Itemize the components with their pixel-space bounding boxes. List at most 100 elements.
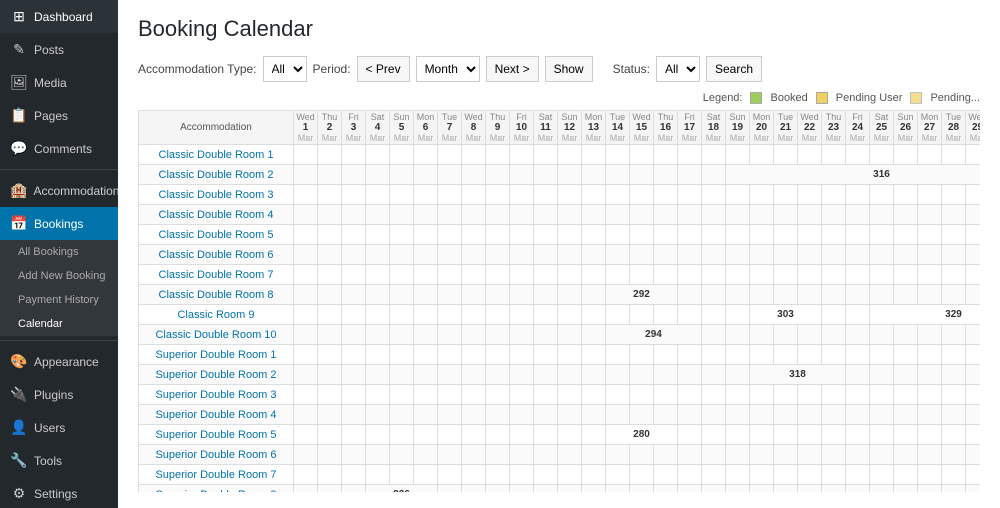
- booking-280[interactable]: 280: [606, 425, 678, 445]
- empty-cell-0-18: [702, 145, 726, 165]
- booking-292[interactable]: 292: [606, 285, 678, 305]
- sidebar-item-all-bookings[interactable]: All Bookings: [0, 240, 118, 264]
- booking-303[interactable]: 303: [750, 305, 822, 325]
- empty-cell-6-14: [606, 265, 630, 285]
- empty-cell-15-17: [678, 445, 702, 465]
- empty-cell-5-14: [606, 245, 630, 265]
- sidebar-item-plugins[interactable]: 🔌 Plugins: [0, 378, 118, 411]
- empty-cell-5-2: [318, 245, 342, 265]
- empty-cell-15-4: [366, 445, 390, 465]
- empty-cell-2-4: [366, 185, 390, 205]
- acc-type-select[interactable]: All: [263, 56, 307, 82]
- empty-cell-17-18: [702, 485, 726, 493]
- empty-cell-13-20: [750, 405, 774, 425]
- day-name-23: Fri24Mar: [846, 111, 870, 145]
- empty-cell-1-5: [390, 165, 414, 185]
- next-button[interactable]: Next >: [486, 56, 539, 82]
- show-button[interactable]: Show: [545, 56, 593, 82]
- empty-cell-2-16: [654, 185, 678, 205]
- empty-cell-17-24: [846, 485, 870, 493]
- empty-cell-2-17: [678, 185, 702, 205]
- empty-cell-13-12: [558, 405, 582, 425]
- booking-329[interactable]: 329: [870, 305, 981, 325]
- empty-cell-14-9: [486, 425, 510, 445]
- empty-cell-7-5: [390, 285, 414, 305]
- empty-cell-15-27: [918, 445, 942, 465]
- empty-cell-3-18: [702, 205, 726, 225]
- empty-cell-8-13: [582, 305, 606, 325]
- period-select[interactable]: Month: [416, 56, 480, 82]
- booking-316[interactable]: 316: [726, 165, 981, 185]
- empty-cell-1-3: [342, 165, 366, 185]
- empty-cell-3-23: [822, 205, 846, 225]
- empty-cell-11-12: [558, 365, 582, 385]
- all-bookings-label: All Bookings: [18, 246, 79, 258]
- sidebar-item-calendar[interactable]: Calendar: [0, 312, 118, 336]
- sidebar-item-posts[interactable]: ✎ Posts: [0, 33, 118, 66]
- empty-cell-0-12: [558, 145, 582, 165]
- booking-236[interactable]: 236: [366, 485, 438, 493]
- empty-cell-0-26: [894, 145, 918, 165]
- empty-cell-5-4: [366, 245, 390, 265]
- add-new-booking-label: Add New Booking: [18, 270, 105, 282]
- sidebar-item-pages[interactable]: 📋 Pages: [0, 99, 118, 132]
- table-row: Superior Double Room 1: [139, 345, 981, 365]
- empty-cell-14-8: [462, 425, 486, 445]
- sidebar-item-payment-history[interactable]: Payment History: [0, 288, 118, 312]
- empty-cell-2-19: [726, 185, 750, 205]
- sidebar-item-label: Users: [34, 421, 65, 435]
- sidebar-item-dashboard[interactable]: ⊞ Dashboard: [0, 0, 118, 33]
- empty-cell-17-26: [894, 485, 918, 493]
- empty-cell-2-24: [846, 185, 870, 205]
- status-select[interactable]: All: [656, 56, 700, 82]
- sidebar-item-appearance[interactable]: 🎨 Appearance: [0, 345, 118, 378]
- empty-cell-13-18: [702, 405, 726, 425]
- posts-icon: ✎: [10, 41, 28, 58]
- empty-cell-10-15: [630, 345, 654, 365]
- prev-button[interactable]: < Prev: [357, 56, 410, 82]
- sidebar-item-comments[interactable]: 💬 Comments: [0, 132, 118, 165]
- empty-cell-2-14: [606, 185, 630, 205]
- empty-cell-1-18: [702, 165, 726, 185]
- empty-cell-12-24: [846, 385, 870, 405]
- empty-cell-3-20: [750, 205, 774, 225]
- empty-cell-7-27: [918, 285, 942, 305]
- empty-cell-5-5: [390, 245, 414, 265]
- empty-cell-16-12: [558, 465, 582, 485]
- room-name-14: Superior Double Room 5: [139, 425, 294, 445]
- room-name-2: Classic Double Room 3: [139, 185, 294, 205]
- empty-cell-0-3: [342, 145, 366, 165]
- sidebar-item-bookings[interactable]: 📅 Bookings: [0, 207, 118, 240]
- sidebar-item-label: Plugins: [34, 388, 73, 402]
- day-name-4: Sun5Mar: [390, 111, 414, 145]
- empty-cell-15-21: [774, 445, 798, 465]
- table-row: Superior Double Room 5 280: [139, 425, 981, 445]
- sidebar-item-tools[interactable]: 🔧 Tools: [0, 444, 118, 477]
- search-button[interactable]: Search: [706, 56, 762, 82]
- sidebar-item-accommodation[interactable]: 🏨 Accommodation: [0, 174, 118, 207]
- empty-cell-7-8: [462, 285, 486, 305]
- empty-cell-16-23: [822, 465, 846, 485]
- empty-cell-2-22: [798, 185, 822, 205]
- booking-318[interactable]: 318: [750, 365, 846, 385]
- booking-294[interactable]: 294: [606, 325, 702, 345]
- sidebar-item-label: Tools: [34, 454, 62, 468]
- empty-cell-17-11: [534, 485, 558, 493]
- table-row: Superior Double Room 3: [139, 385, 981, 405]
- room-name-7: Classic Double Room 8: [139, 285, 294, 305]
- legend-pending-dot: [910, 92, 922, 104]
- day-name-1: Thu2Mar: [318, 111, 342, 145]
- empty-cell-2-2: [318, 185, 342, 205]
- empty-cell-13-16: [654, 405, 678, 425]
- empty-cell-3-22: [798, 205, 822, 225]
- empty-cell-5-6: [414, 245, 438, 265]
- sidebar-item-users[interactable]: 👤 Users: [0, 411, 118, 444]
- empty-cell-5-15: [630, 245, 654, 265]
- empty-cell-13-21: [774, 405, 798, 425]
- sidebar-item-media[interactable]: 🖼 Media: [0, 66, 118, 99]
- sidebar-item-settings[interactable]: ⚙ Settings: [0, 477, 118, 508]
- empty-cell-14-7: [438, 425, 462, 445]
- empty-cell-5-19: [726, 245, 750, 265]
- sidebar-item-add-new-booking[interactable]: Add New Booking: [0, 264, 118, 288]
- empty-cell-6-18: [702, 265, 726, 285]
